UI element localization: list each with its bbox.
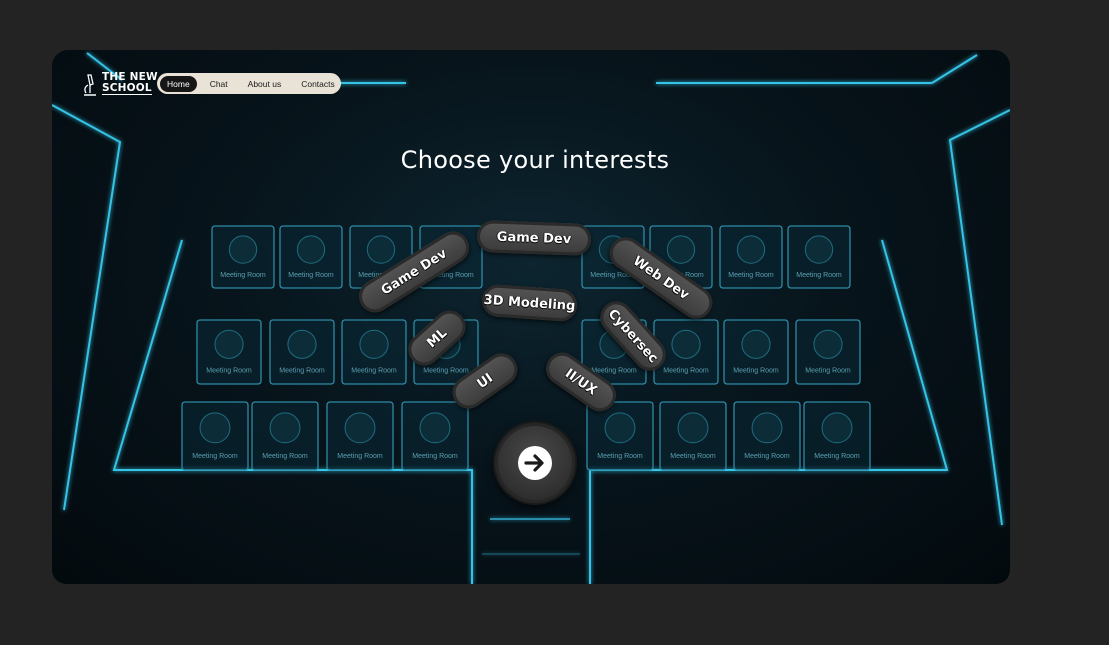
- svg-text:Meeting Room: Meeting Room: [744, 453, 790, 460]
- room-card: Meeting Room: [196, 319, 262, 385]
- room-card: Meeting Room: [586, 401, 654, 471]
- svg-text:Meeting Room: Meeting Room: [805, 367, 851, 374]
- room-card: Meeting Room: [326, 401, 394, 471]
- svg-text:Meeting Room: Meeting Room: [796, 272, 842, 279]
- app-viewport: Meeting Room Meeting Room Meeting Room Meet…: [52, 50, 1010, 584]
- svg-text:Meeting Room: Meeting Room: [288, 272, 334, 279]
- interest-chip-3d-modeling[interactable]: 3D Modeling: [480, 283, 579, 323]
- svg-text:Meeting Room: Meeting Room: [351, 367, 397, 374]
- room-card: Meeting Room: [341, 319, 407, 385]
- brand-line-2: SCHOOL: [102, 82, 152, 95]
- svg-text:Meeting Room: Meeting Room: [591, 367, 637, 374]
- svg-text:Meeting Room: Meeting Room: [337, 453, 383, 460]
- room-card: Meeting Room: [723, 319, 789, 385]
- nav-about-us[interactable]: About us: [241, 76, 289, 92]
- room-card: Meeting Room: [795, 319, 861, 385]
- svg-text:Meeting Room: Meeting Room: [412, 453, 458, 460]
- svg-text:Meeting Room: Meeting Room: [597, 453, 643, 460]
- page-title: Choose your interests: [400, 146, 670, 174]
- room-card: Meeting Room: [787, 225, 851, 289]
- arrow-right-circle-icon: [518, 446, 552, 480]
- room-card: Meeting Room: [181, 401, 249, 471]
- room-card: Meeting Room: [401, 401, 469, 471]
- room-card: Meeting Room: [803, 401, 871, 471]
- svg-text:Meeting Room: Meeting Room: [220, 272, 266, 279]
- svg-text:Meeting Room: Meeting Room: [279, 367, 325, 374]
- main-nav: Home Chat About us Contacts: [157, 73, 341, 94]
- microscope-icon: [82, 73, 98, 97]
- svg-text:Meeting Room: Meeting Room: [423, 367, 469, 374]
- nav-chat[interactable]: Chat: [203, 76, 235, 92]
- svg-text:Meeting Room: Meeting Room: [733, 367, 779, 374]
- nav-contacts[interactable]: Contacts: [294, 76, 342, 92]
- interest-chip-game-dev-top[interactable]: Game Dev: [476, 220, 592, 256]
- room-card: Meeting Room: [269, 319, 335, 385]
- room-card: Meeting Room: [211, 225, 275, 289]
- next-button[interactable]: [495, 423, 575, 503]
- room-card: Meeting Room: [659, 401, 727, 471]
- svg-text:Meeting Room: Meeting Room: [663, 367, 709, 374]
- svg-text:Meeting Room: Meeting Room: [192, 453, 238, 460]
- svg-text:Meeting Room: Meeting Room: [814, 453, 860, 460]
- svg-text:Meeting Room: Meeting Room: [206, 367, 252, 374]
- nav-home[interactable]: Home: [160, 75, 197, 92]
- svg-text:Meeting Room: Meeting Room: [262, 453, 308, 460]
- svg-text:Meeting Room: Meeting Room: [670, 453, 716, 460]
- brand-logo[interactable]: THE NEW SCHOOL: [102, 72, 158, 95]
- room-card: Meeting Room: [279, 225, 343, 289]
- room-card: Meeting Room: [719, 225, 783, 289]
- svg-text:Meeting Room: Meeting Room: [728, 272, 774, 279]
- room-card: Meeting Room: [251, 401, 319, 471]
- room-card: Meeting Room: [733, 401, 801, 471]
